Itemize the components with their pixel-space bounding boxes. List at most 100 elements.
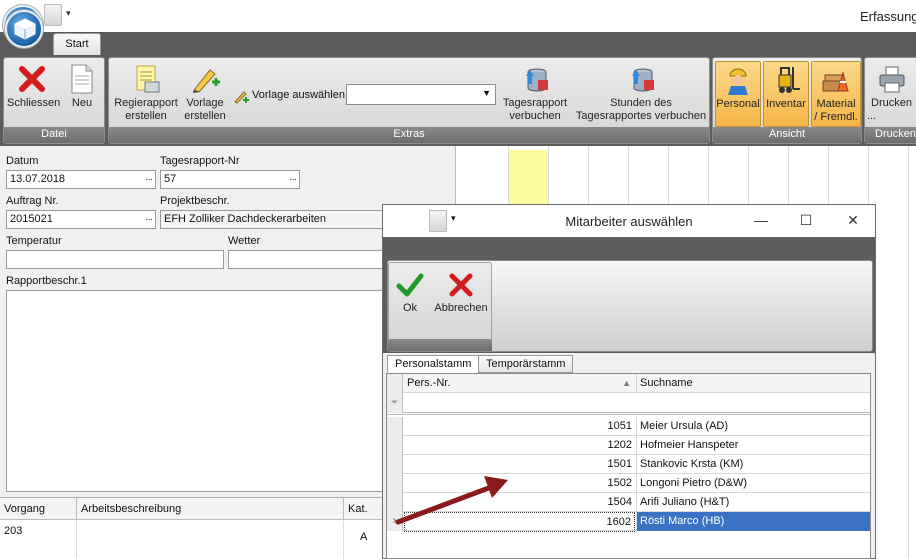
new-document-icon [71, 64, 93, 94]
group-drucken: Drucken ... Drucken [864, 57, 916, 144]
worker-icon [728, 68, 748, 95]
wetter-label: Wetter [228, 235, 261, 247]
abbrechen-label: Abbrechen [434, 302, 488, 314]
temperatur-field[interactable] [6, 250, 224, 269]
material-icon [822, 71, 849, 92]
cell-suchname[interactable]: Rösti Marco (HB) [636, 512, 870, 531]
cell-suchname[interactable]: Longoni Pietro (D&W) [636, 474, 870, 493]
mitarbeiter-grid: Pers.-Nr. ▲ Suchname ⏷ 1051 Meier Ursula… [386, 373, 871, 559]
cell-persnr[interactable]: 1202 [404, 436, 635, 454]
chevron-down-icon: ▼ [482, 88, 491, 98]
minimize-icon[interactable]: — [751, 211, 771, 229]
auftrag-value: 2015021 [10, 213, 53, 225]
tagesrapport-nr-label: Tagesrapport-Nr [160, 155, 240, 167]
quick-access-button[interactable] [44, 4, 62, 26]
stunden-label-2: Tagesrapportes verbuchen [575, 110, 707, 122]
printer-icon [879, 66, 905, 93]
dialog-ribbon-tabstrip [383, 237, 875, 257]
group-label-datei: Datei [4, 127, 104, 143]
cell-suchname[interactable]: Hofmeier Hanspeter [636, 436, 870, 455]
auftrag-ellipsis-button[interactable]: ··· [145, 211, 153, 228]
row-indicator[interactable] [387, 417, 403, 436]
column-header-suchname[interactable]: Suchname [636, 374, 870, 393]
table-row[interactable]: 1202 Hofmeier Hanspeter [387, 436, 870, 455]
row-indicator[interactable] [387, 436, 403, 455]
title-bar [0, 0, 916, 32]
database-icon [526, 68, 548, 92]
drucken-btn-label: Drucken ... [867, 97, 912, 122]
stunden-verbuchen-button[interactable]: Stunden des Tagesrapportes verbuchen [571, 64, 711, 123]
dialog-orb-icon[interactable] [5, 10, 43, 48]
inventar-label: Inventar [766, 98, 806, 110]
dialog-action-group: Ok Abbrechen [388, 262, 492, 351]
rapportbeschr-label: Rapportbeschr.1 [6, 275, 87, 287]
projekt-field: EFH Zolliker Dachdeckerarbeiten [160, 210, 400, 229]
header-indicator [387, 374, 403, 393]
table-row[interactable]: 1051 Meier Ursula (AD) [387, 417, 870, 436]
app-title: Erfassung [860, 9, 916, 24]
datum-field[interactable]: 13.07.2018 ··· [6, 170, 156, 189]
cell-suchname[interactable]: Stankovic Krsta (KM) [636, 455, 870, 474]
auftrag-label: Auftrag Nr. [6, 195, 59, 207]
tab-temporaerstamm[interactable]: Temporärstamm [478, 355, 574, 373]
projekt-value: EFH Zolliker Dachdeckerarbeiten [164, 213, 327, 225]
drucken-button[interactable]: Drucken ... [867, 64, 916, 123]
auftrag-field[interactable]: 2015021 ··· [6, 210, 156, 229]
regierapport-label-1: Regierapport [114, 97, 178, 109]
datum-value: 13.07.2018 [10, 173, 66, 185]
stunden-label-1: Stunden des [610, 97, 672, 109]
vorlage-erstellen-label-1: Vorlage [186, 97, 224, 109]
cell-suchname[interactable]: Arifi Juliano (H&T) [636, 493, 870, 512]
projekt-label: Projektbeschr. [160, 195, 230, 207]
material-label-2: / Fremdl. [814, 111, 858, 123]
tagesrapport-nr-value: 57 [164, 173, 177, 185]
neu-button[interactable]: Neu [64, 64, 100, 110]
group-label-extras: Extras [109, 127, 709, 143]
dialog-group-footer [388, 339, 492, 351]
personal-button[interactable]: Personal [715, 61, 761, 127]
report-icon [136, 65, 160, 93]
abbrechen-button[interactable]: Abbrechen [433, 271, 489, 315]
column-header-persnr[interactable]: Pers.-Nr. ▲ [404, 374, 635, 393]
tagesrapport-verbuchen-button[interactable]: Tagesrapport verbuchen [497, 64, 573, 123]
material-button[interactable]: Material / Fremdl. [811, 61, 861, 127]
quick-access-dropdown-icon[interactable]: ▾ [66, 8, 71, 19]
tagesrapport-label-1: Tagesrapport [502, 97, 568, 109]
tab-start[interactable]: Start [53, 33, 101, 55]
vorlage-select[interactable]: ▼ [346, 84, 496, 105]
regierapport-label-2: erstellen [125, 110, 167, 122]
cell-suchname[interactable]: Meier Ursula (AD) [636, 417, 870, 436]
group-label-ansicht: Ansicht [713, 127, 861, 143]
regierapport-button[interactable]: Regierapport erstellen [112, 64, 180, 123]
checkmark-icon [396, 273, 424, 297]
maximize-icon[interactable]: ☐ [796, 211, 816, 229]
sort-arrow-icon: ▲ [622, 378, 631, 388]
group-label-drucken: Drucken [865, 127, 916, 143]
column-header-vorgang[interactable]: Vorgang [0, 498, 77, 520]
group-datei: Schliessen Neu Datei [3, 57, 105, 144]
wetter-field[interactable] [228, 250, 398, 269]
filter-icon[interactable]: ⏷ [387, 393, 403, 413]
cell-arbeitsbeschreibung[interactable] [77, 521, 344, 559]
tab-personalstamm[interactable]: Personalstamm [387, 355, 480, 373]
filter-row[interactable]: ⏷ [387, 393, 870, 415]
vorlage-erstellen-button[interactable]: Vorlage erstellen [181, 64, 229, 123]
vorlage-erstellen-label-2: erstellen [184, 110, 226, 122]
ok-label: Ok [402, 302, 418, 314]
personal-label: Personal [716, 98, 760, 110]
inventar-button[interactable]: Inventar [763, 61, 809, 127]
group-extras: Regierapport erstellen Vorlage erstellen… [108, 57, 710, 144]
column-header-arbeitsbeschreibung[interactable]: Arbeitsbeschreibung [77, 498, 344, 520]
ok-button[interactable]: Ok [392, 271, 428, 315]
cell-vorgang[interactable]: 203 [0, 521, 77, 559]
schliessen-button[interactable]: Schliessen [7, 64, 61, 110]
schliessen-label: Schliessen [7, 97, 61, 109]
tagesrapport-ellipsis-button[interactable]: ··· [289, 171, 297, 188]
cancel-x-icon [449, 273, 473, 297]
close-icon[interactable]: ✕ [843, 211, 863, 229]
ribbon-tab-strip [0, 32, 916, 55]
tagesrapport-nr-field[interactable]: 57 ··· [160, 170, 300, 189]
small-pencil-icon [234, 91, 249, 104]
cell-persnr[interactable]: 1051 [404, 417, 635, 435]
datum-ellipsis-button[interactable]: ··· [145, 171, 153, 188]
